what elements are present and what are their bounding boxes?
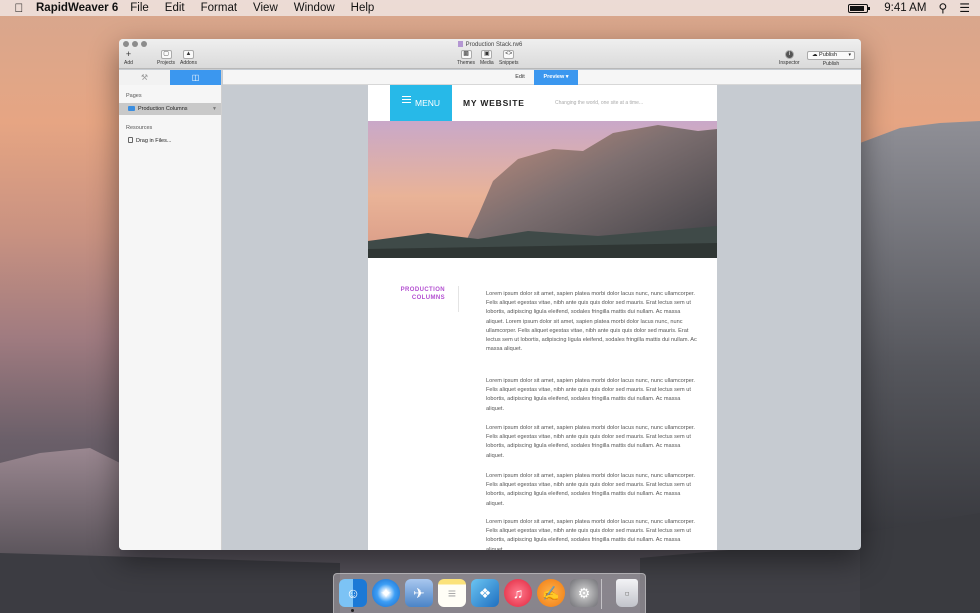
- site-preview: MENU MY WEBSITE Changing the world, one …: [368, 85, 717, 550]
- running-indicator: [351, 609, 354, 612]
- dock-separator: [601, 579, 602, 609]
- rapidweaver-icon[interactable]: ❖: [471, 579, 499, 607]
- media-icon: ▣: [481, 50, 493, 59]
- page-icon: [128, 106, 135, 111]
- media-button[interactable]: ▣ Media: [480, 50, 494, 66]
- themes-icon: ▩: [460, 50, 472, 59]
- sidebar: ⚒ ◫ Pages Production Columns ▼ Resources…: [119, 70, 222, 550]
- plus-icon: +: [125, 49, 132, 59]
- ibooks-icon[interactable]: ✍: [537, 579, 565, 607]
- addons-icon: ▲: [182, 50, 194, 59]
- sidebar-item-drag-files[interactable]: Drag in Files...: [119, 135, 221, 147]
- mode-bar: Edit Preview ▾: [223, 70, 861, 85]
- tab-tools[interactable]: ⚒: [119, 70, 170, 85]
- snippets-icon: <>: [503, 50, 515, 59]
- body-paragraph: Lorem ipsum dolor sit amet, sapien plate…: [486, 473, 695, 507]
- toolbar: Production Stack.rw6 + Add ▢ Projects ▲ …: [119, 39, 861, 69]
- body-paragraph: Lorem ipsum dolor sit amet, sapien plate…: [486, 291, 697, 353]
- projects-icon: ▢: [160, 50, 172, 59]
- chevron-down-icon: ▾: [848, 52, 851, 58]
- wrench-icon: ⚒: [140, 73, 149, 82]
- resources-heading: Resources: [126, 125, 153, 131]
- notification-center-icon[interactable]: ☰: [959, 1, 970, 15]
- hamburger-icon: [402, 94, 411, 105]
- preview-icon[interactable]: ✈: [405, 579, 433, 607]
- menu-bar:  RapidWeaver 6 File Edit Format View Wi…: [0, 0, 980, 16]
- body-paragraph: Lorem ipsum dolor sit amet, sapien plate…: [486, 378, 695, 412]
- system-preferences-icon[interactable]: ⚙: [570, 579, 598, 607]
- publish-cloud-icon: ☁: [812, 52, 818, 58]
- safari-icon[interactable]: ✦: [372, 579, 400, 607]
- publish-label: Publish: [822, 61, 840, 67]
- inspector-button[interactable]: i Inspector: [779, 50, 800, 66]
- add-button[interactable]: + Add: [123, 49, 134, 67]
- addons-button[interactable]: ▲ Addons: [180, 50, 197, 66]
- sidebar-item-production-columns[interactable]: Production Columns ▼: [119, 103, 221, 115]
- menu-format[interactable]: Format: [201, 2, 237, 14]
- spotlight-icon[interactable]: ⚲: [938, 1, 947, 15]
- apple-icon[interactable]: : [12, 1, 26, 15]
- info-icon: i: [784, 50, 794, 59]
- snippets-button[interactable]: <> Snippets: [499, 50, 518, 66]
- document-title: Production Stack.rw6: [119, 41, 861, 48]
- document-icon: [457, 41, 463, 47]
- menu-help[interactable]: Help: [351, 2, 375, 14]
- dock: ☺ ✦ ✈ ≡ ❖ ♫ ✍ ⚙ ▫: [333, 573, 646, 613]
- edit-mode-button[interactable]: Edit: [506, 70, 534, 85]
- notes-icon[interactable]: ≡: [438, 579, 466, 607]
- menu-view[interactable]: View: [253, 2, 278, 14]
- themes-button[interactable]: ▩ Themes: [457, 50, 475, 66]
- itunes-icon[interactable]: ♫: [504, 579, 532, 607]
- menu-clock[interactable]: 9:41 AM: [884, 2, 926, 14]
- publish-button[interactable]: ☁ Publish ▾: [807, 51, 855, 60]
- trash-icon[interactable]: ▫: [616, 579, 638, 607]
- menu-file[interactable]: File: [130, 2, 149, 14]
- disclosure-icon[interactable]: ▼: [212, 103, 217, 115]
- body-paragraph: Lorem ipsum dolor sit amet, sapien plate…: [486, 519, 695, 550]
- app-window: Production Stack.rw6 + Add ▢ Projects ▲ …: [119, 39, 861, 550]
- column-divider: [458, 286, 459, 312]
- menu-window[interactable]: Window: [294, 2, 335, 14]
- site-header: MENU MY WEBSITE Changing the world, one …: [368, 85, 717, 121]
- file-icon: [128, 137, 133, 143]
- hero-image: [368, 121, 717, 258]
- battery-icon[interactable]: [848, 3, 871, 13]
- menu-edit[interactable]: Edit: [165, 2, 185, 14]
- site-menu-button[interactable]: MENU: [390, 85, 452, 121]
- site-title[interactable]: MY WEBSITE: [463, 85, 525, 121]
- tab-pages[interactable]: ◫: [170, 70, 221, 85]
- pages-heading: Pages: [126, 93, 142, 99]
- menu-app-name[interactable]: RapidWeaver 6: [36, 2, 118, 14]
- section-label: PRODUCTION COLUMNS: [400, 287, 445, 301]
- finder-icon[interactable]: ☺: [339, 579, 367, 607]
- body-paragraph: Lorem ipsum dolor sit amet, sapien plate…: [486, 425, 695, 459]
- preview-mode-button[interactable]: Preview ▾: [534, 70, 578, 85]
- pages-icon: ◫: [191, 73, 200, 82]
- projects-button[interactable]: ▢ Projects: [157, 50, 175, 66]
- chevron-down-icon: ▾: [565, 74, 569, 80]
- site-tagline: Changing the world, one site at a time..…: [555, 100, 644, 106]
- sidebar-tabs: ⚒ ◫: [119, 70, 221, 85]
